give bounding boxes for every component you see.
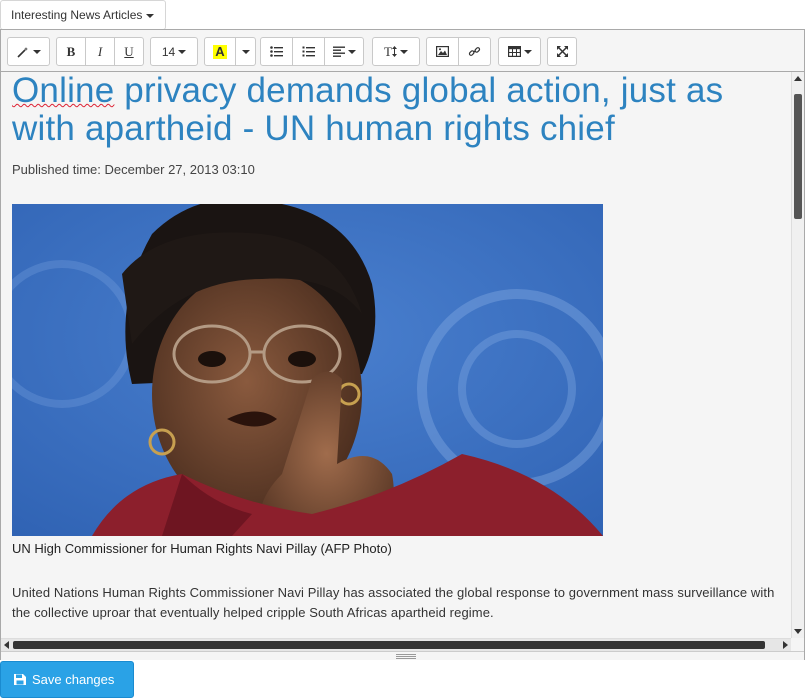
numbered-list-icon bbox=[302, 46, 315, 57]
chevron-down-icon bbox=[178, 49, 187, 54]
picture-icon bbox=[436, 46, 449, 57]
bullet-list-icon bbox=[270, 46, 283, 57]
scroll-up-icon[interactable] bbox=[794, 76, 802, 81]
magic-wand-style-button[interactable] bbox=[7, 37, 50, 66]
font-style-group: B I U bbox=[56, 37, 144, 66]
article-title: Online privacy demands global action, ju… bbox=[12, 72, 780, 148]
save-icon bbox=[14, 674, 26, 685]
vertical-scrollbar[interactable] bbox=[791, 72, 804, 638]
article-title-rest: privacy demands global action, just as w… bbox=[12, 72, 724, 148]
line-height-dropdown[interactable]: T bbox=[372, 37, 420, 66]
font-size-dropdown[interactable]: 14 bbox=[150, 37, 198, 66]
unordered-list-button[interactable] bbox=[260, 37, 293, 66]
insert-image-button[interactable] bbox=[426, 37, 459, 66]
insert-table-dropdown[interactable] bbox=[498, 37, 541, 66]
chevron-down-icon bbox=[146, 13, 155, 18]
published-time: Published time: December 27, 2013 03:10 bbox=[12, 162, 255, 177]
rich-text-editor: B I U 14 A T Online privacy demands glob… bbox=[0, 29, 805, 660]
paragraph-align-dropdown[interactable] bbox=[324, 37, 364, 66]
table-icon bbox=[507, 46, 521, 57]
collection-dropdown[interactable]: Interesting News Articles bbox=[0, 0, 166, 30]
insert-link-button[interactable] bbox=[458, 37, 491, 66]
article-body-paragraph: United Nations Human Rights Commissioner… bbox=[12, 585, 775, 620]
save-changes-label: Save changes bbox=[32, 672, 115, 687]
chevron-down-icon bbox=[523, 49, 532, 54]
horizontal-scrollbar[interactable] bbox=[1, 638, 791, 651]
chevron-down-icon bbox=[399, 49, 408, 54]
text-color-letter: A bbox=[213, 43, 227, 59]
font-size-value: 14 bbox=[161, 44, 176, 59]
fullscreen-button[interactable] bbox=[547, 37, 577, 66]
vertical-scroll-thumb[interactable] bbox=[794, 94, 802, 219]
link-icon bbox=[468, 47, 481, 56]
grip-icon bbox=[396, 654, 416, 659]
color-group: A bbox=[204, 37, 256, 66]
chevron-down-icon bbox=[241, 49, 250, 54]
vertical-arrows-icon bbox=[391, 46, 397, 57]
collection-dropdown-label: Interesting News Articles bbox=[11, 8, 143, 22]
text-color-button[interactable]: A bbox=[204, 37, 236, 66]
ordered-list-button[interactable] bbox=[292, 37, 325, 66]
article-title-first-word: Online bbox=[12, 72, 115, 110]
chevron-down-icon bbox=[33, 49, 41, 54]
bold-button[interactable]: B bbox=[56, 37, 86, 66]
text-height-icon: T bbox=[384, 43, 392, 59]
editor-content-area[interactable]: Online privacy demands global action, ju… bbox=[1, 72, 791, 638]
scroll-right-icon[interactable] bbox=[783, 641, 788, 649]
align-left-icon bbox=[332, 46, 345, 57]
scroll-down-icon[interactable] bbox=[794, 629, 802, 634]
underline-button[interactable]: U bbox=[114, 37, 144, 66]
editor-toolbar: B I U 14 A T bbox=[1, 30, 804, 72]
magic-wand-icon bbox=[17, 46, 28, 58]
photo-navi-pillay bbox=[12, 204, 603, 536]
expand-icon bbox=[556, 46, 568, 57]
photo-caption: UN High Commissioner for Human Rights Na… bbox=[12, 541, 392, 556]
editor-resize-handle[interactable] bbox=[1, 651, 804, 660]
list-group bbox=[260, 37, 364, 66]
insert-group bbox=[426, 37, 491, 66]
save-changes-button[interactable]: Save changes bbox=[0, 661, 134, 698]
color-dropdown-button[interactable] bbox=[235, 37, 256, 66]
scroll-left-icon[interactable] bbox=[4, 641, 9, 649]
horizontal-scroll-thumb[interactable] bbox=[13, 641, 765, 649]
article-photo[interactable] bbox=[12, 204, 603, 536]
italic-button[interactable]: I bbox=[85, 37, 115, 66]
chevron-down-icon bbox=[347, 49, 356, 54]
